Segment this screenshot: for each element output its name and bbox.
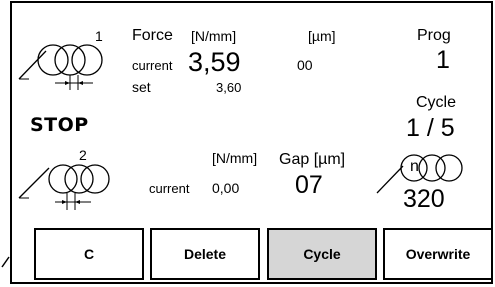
top-force-unit: [N/mm] <box>191 28 237 44</box>
cycle-label: Cycle <box>416 94 457 111</box>
roller-control-panel: 1 Force [N/mm] [µm] current 3,59 00 set … <box>10 1 493 284</box>
bottom-gap-value: 07 <box>295 171 323 199</box>
bottom-unit-index: 2 <box>79 147 87 163</box>
roller-pair-icon <box>18 164 110 210</box>
top-gap-value: 00 <box>297 57 313 73</box>
force-label: Force <box>132 27 173 44</box>
bottom-current-force-value: 0,00 <box>212 180 240 196</box>
set-label: set <box>132 79 151 95</box>
prog-label: Prog <box>417 27 451 44</box>
bottom-force-unit: [N/mm] <box>212 150 258 166</box>
c-button[interactable]: C <box>34 228 144 280</box>
top-gap-unit: [µm] <box>308 28 336 44</box>
gap-label: Gap [µm] <box>279 151 346 168</box>
set-force-value: 3,60 <box>216 80 242 95</box>
overwrite-button[interactable]: Overwrite <box>383 228 493 280</box>
top-current-force-value: 3,59 <box>188 47 241 77</box>
cycle-button[interactable]: Cycle <box>267 228 377 280</box>
corner-pointer-icon <box>1 256 10 268</box>
bottom-current-label: current <box>149 181 190 196</box>
prog-value: 1 <box>436 46 450 74</box>
top-current-label: current <box>132 58 173 73</box>
n-counter-label: n <box>410 158 419 175</box>
cycle-progress-value: 1 / 5 <box>406 114 455 142</box>
top-unit-index: 1 <box>95 28 103 44</box>
roller-pair-icon <box>18 44 103 90</box>
n-counter-value: 320 <box>403 185 445 213</box>
delete-button[interactable]: Delete <box>150 228 260 280</box>
stop-status: STOP <box>30 114 89 136</box>
